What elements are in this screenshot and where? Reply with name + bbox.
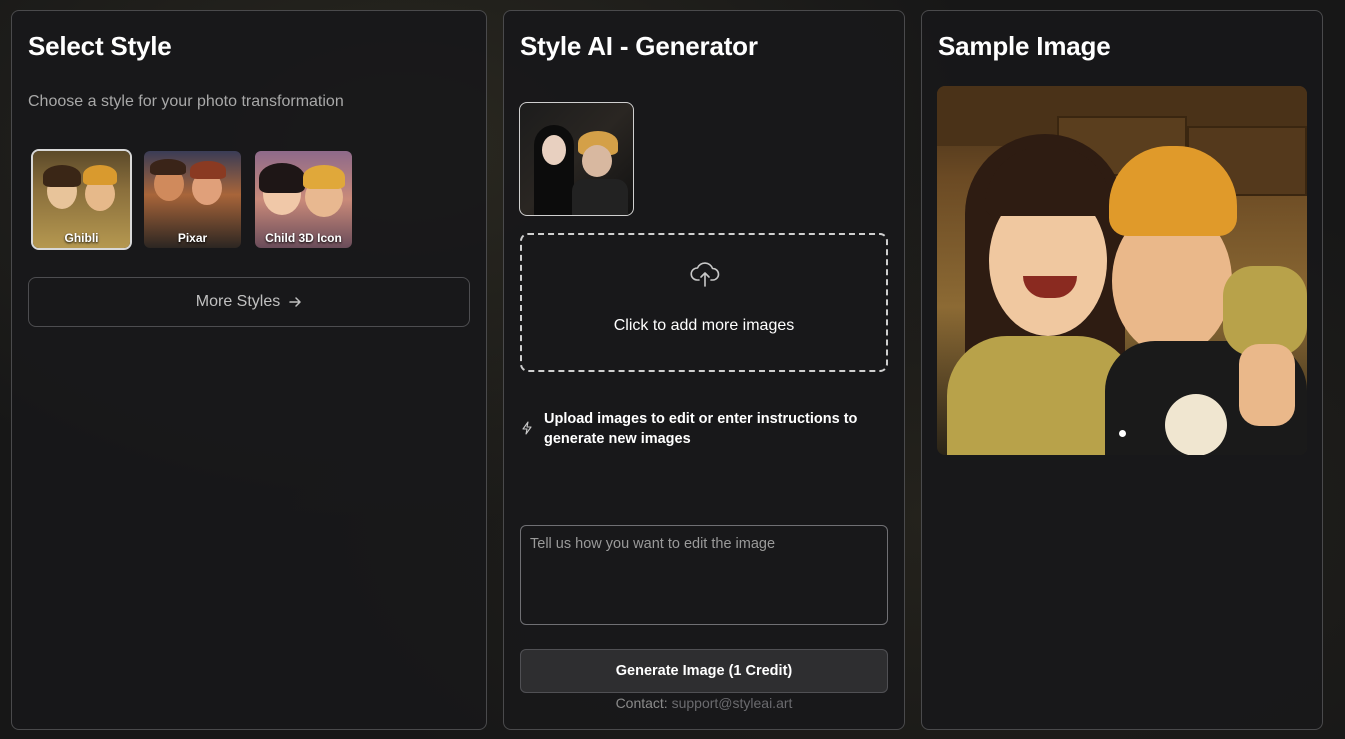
spark-icon xyxy=(522,421,532,435)
edit-instructions-input[interactable] xyxy=(520,525,888,625)
contact-line: Contact: support@styleai.art xyxy=(504,695,904,711)
sample-image-panel: Sample Image xyxy=(921,10,1323,730)
dropzone-text: Click to add more images xyxy=(613,317,795,334)
style-label-pixar: Pixar xyxy=(177,231,208,245)
generate-image-button[interactable]: Generate Image (1 Credit) xyxy=(520,649,888,693)
hint-line-1: Upload images to edit or enter instructi… xyxy=(544,411,858,427)
select-style-panel: Select Style Choose a style for your pho… xyxy=(11,10,487,730)
contact-label: Contact: xyxy=(615,695,668,711)
sample-image xyxy=(937,86,1307,455)
style-option-ghibli[interactable]: Ghibli xyxy=(31,149,132,250)
select-style-title: Select Style xyxy=(28,31,172,61)
style-option-pixar[interactable]: Pixar xyxy=(142,149,243,250)
generator-panel: Style AI - Generator Click to add more i… xyxy=(503,10,905,730)
arrow-right-icon xyxy=(289,297,301,307)
style-label-ghibli: Ghibli xyxy=(64,231,99,245)
more-styles-label: More Styles xyxy=(195,293,281,310)
style-options: Ghibli Pixar Child 3D Icon xyxy=(31,149,354,250)
style-label-child-3d-icon: Child 3D Icon xyxy=(265,231,342,245)
carousel-dot-indicator[interactable] xyxy=(1119,430,1126,437)
style-option-child-3d-icon[interactable]: Child 3D Icon xyxy=(253,149,354,250)
hint-line-2: generate new images xyxy=(544,431,691,447)
upload-hint: Upload images to edit or enter instructi… xyxy=(520,409,880,449)
sample-image-title: Sample Image xyxy=(938,31,1111,61)
cloud-upload-icon xyxy=(690,262,720,287)
add-images-dropzone[interactable]: Click to add more images xyxy=(520,233,888,372)
support-email-link[interactable]: support@styleai.art xyxy=(672,695,793,711)
select-style-subtitle: Choose a style for your photo transforma… xyxy=(28,93,344,110)
hint-text: Upload images to edit or enter instructi… xyxy=(544,409,857,449)
uploaded-image-thumbnail[interactable] xyxy=(519,102,634,216)
generate-image-label: Generate Image (1 Credit) xyxy=(615,663,793,679)
generator-title: Style AI - Generator xyxy=(520,31,758,61)
more-styles-button[interactable]: More Styles xyxy=(28,277,470,327)
